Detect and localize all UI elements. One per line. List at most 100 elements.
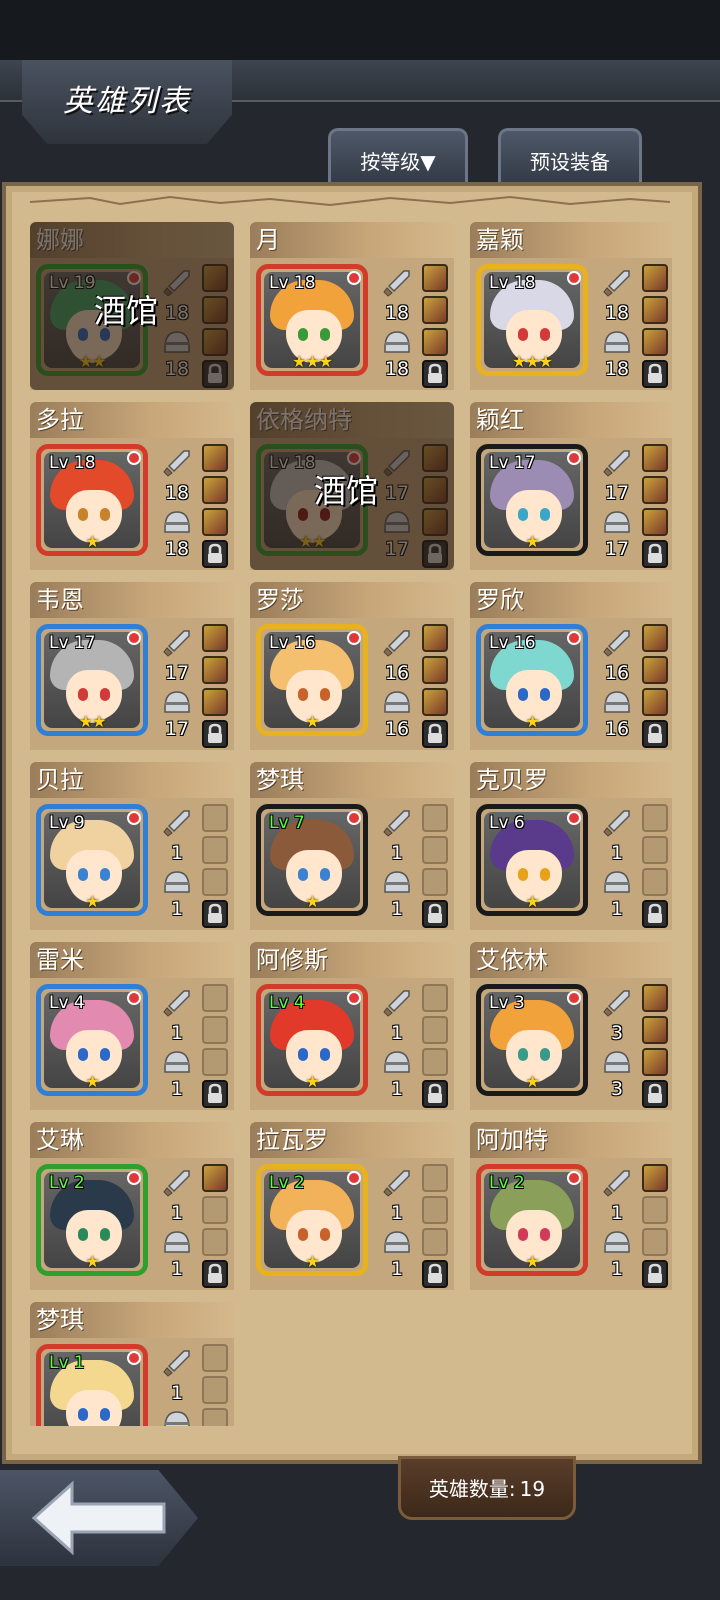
hero-card[interactable]: 阿加特 Lv 2 ★ 1 1 [470, 1122, 672, 1292]
locked-slot[interactable] [642, 1260, 668, 1288]
equipment-slot[interactable] [202, 1408, 228, 1426]
hero-portrait[interactable]: Lv 4 ★ [36, 984, 148, 1096]
equipment-slot[interactable] [642, 1016, 668, 1044]
equipment-slot[interactable] [202, 804, 228, 832]
locked-slot[interactable] [202, 540, 228, 568]
hero-portrait[interactable]: Lv 9 ★ [36, 804, 148, 916]
equipment-slot[interactable] [202, 1344, 228, 1372]
equipment-slot[interactable] [642, 1048, 668, 1076]
hero-card[interactable]: 艾依林 Lv 3 ★ 3 3 [470, 942, 672, 1112]
equipment-slot[interactable] [642, 836, 668, 864]
hero-portrait[interactable]: Lv 2 ★ [36, 1164, 148, 1276]
equipment-slot[interactable] [422, 296, 448, 324]
equipment-slot[interactable] [422, 804, 448, 832]
back-button[interactable] [0, 1470, 198, 1566]
hero-portrait[interactable]: Lv 2 ★ [476, 1164, 588, 1276]
equipment-slot[interactable] [642, 508, 668, 536]
hero-portrait[interactable]: Lv 18 ★★★ [256, 264, 368, 376]
equipment-slot[interactable] [422, 868, 448, 896]
hero-card[interactable]: 罗欣 Lv 16 ★ 16 16 [470, 582, 672, 752]
equipment-slot[interactable] [422, 656, 448, 684]
equipment-slot[interactable] [202, 476, 228, 504]
equipment-slot[interactable] [642, 868, 668, 896]
hero-card[interactable]: 娜娜 Lv 19 ★★ 18 18 [30, 222, 234, 392]
equipment-slot[interactable] [202, 444, 228, 472]
equipment-slot[interactable] [202, 688, 228, 716]
locked-slot[interactable] [642, 720, 668, 748]
equipment-slot[interactable] [642, 1196, 668, 1224]
locked-slot[interactable] [202, 1080, 228, 1108]
hero-portrait[interactable]: Lv 1 ★ [36, 1344, 148, 1426]
locked-slot[interactable] [202, 1260, 228, 1288]
equipment-slot[interactable] [202, 1048, 228, 1076]
equipment-slot[interactable] [422, 984, 448, 1012]
hero-portrait[interactable]: Lv 7 ★ [256, 804, 368, 916]
hero-card[interactable]: 拉瓦罗 Lv 2 ★ 1 1 [250, 1122, 454, 1292]
locked-slot[interactable] [422, 1080, 448, 1108]
hero-card[interactable]: 贝拉 Lv 9 ★ 1 1 [30, 762, 234, 932]
locked-slot[interactable] [202, 720, 228, 748]
hero-portrait[interactable]: Lv 16 ★ [256, 624, 368, 736]
hero-card[interactable]: 梦琪 Lv 7 ★ 1 1 [250, 762, 454, 932]
hero-card[interactable]: 韦恩 Lv 17 ★★ 17 17 [30, 582, 234, 752]
hero-portrait[interactable]: Lv 16 ★ [476, 624, 588, 736]
equipment-slot[interactable] [422, 328, 448, 356]
equipment-slot[interactable] [202, 1196, 228, 1224]
hero-portrait[interactable]: Lv 17 ★ [476, 444, 588, 556]
hero-card[interactable]: 雷米 Lv 4 ★ 1 1 [30, 942, 234, 1112]
equipment-slot[interactable] [202, 868, 228, 896]
hero-portrait[interactable]: Lv 17 ★★ [36, 624, 148, 736]
equipment-slot[interactable] [202, 1228, 228, 1256]
locked-slot[interactable] [642, 360, 668, 388]
hero-portrait[interactable]: Lv 2 ★ [256, 1164, 368, 1276]
equipment-slot[interactable] [202, 624, 228, 652]
equipment-slot[interactable] [642, 476, 668, 504]
locked-slot[interactable] [202, 900, 228, 928]
equipment-slot[interactable] [202, 1376, 228, 1404]
hero-card[interactable]: 阿修斯 Lv 4 ★ 1 1 [250, 942, 454, 1112]
hero-card[interactable]: 颖红 Lv 17 ★ 17 17 [470, 402, 672, 572]
hero-portrait[interactable]: Lv 3 ★ [476, 984, 588, 1096]
equipment-slot[interactable] [422, 624, 448, 652]
equipment-slot[interactable] [642, 1228, 668, 1256]
hero-portrait[interactable]: Lv 4 ★ [256, 984, 368, 1096]
hero-portrait[interactable]: Lv 18 ★★★ [476, 264, 588, 376]
equipment-slot[interactable] [422, 1164, 448, 1192]
hero-card[interactable]: 依格纳特 Lv 18 ★★ 17 17 [250, 402, 454, 572]
sort-by-level-button[interactable]: 按等级▼ [328, 128, 468, 186]
equipment-slot[interactable] [642, 984, 668, 1012]
locked-slot[interactable] [642, 900, 668, 928]
equipment-slot[interactable] [202, 1016, 228, 1044]
locked-slot[interactable] [642, 1080, 668, 1108]
equipment-slot[interactable] [422, 1016, 448, 1044]
hero-card[interactable]: 月 Lv 18 ★★★ 18 18 [250, 222, 454, 392]
hero-card[interactable]: 艾琳 Lv 2 ★ 1 1 [30, 1122, 234, 1292]
equipment-slot[interactable] [202, 656, 228, 684]
hero-card[interactable]: 嘉颖 Lv 18 ★★★ 18 18 [470, 222, 672, 392]
hero-card[interactable]: 多拉 Lv 18 ★ 18 18 [30, 402, 234, 572]
locked-slot[interactable] [642, 540, 668, 568]
equipment-slot[interactable] [642, 296, 668, 324]
hero-card[interactable]: 克贝罗 Lv 6 ★ 1 1 [470, 762, 672, 932]
hero-portrait[interactable]: Lv 18 ★ [36, 444, 148, 556]
hero-portrait[interactable]: Lv 6 ★ [476, 804, 588, 916]
equipment-slot[interactable] [422, 1228, 448, 1256]
equipment-slot[interactable] [202, 836, 228, 864]
equipment-slot[interactable] [202, 1164, 228, 1192]
equipment-slot[interactable] [642, 1164, 668, 1192]
equipment-slot[interactable] [642, 688, 668, 716]
equipment-slot[interactable] [422, 1048, 448, 1076]
equipment-slot[interactable] [202, 508, 228, 536]
equipment-slot[interactable] [422, 688, 448, 716]
equipment-slot[interactable] [642, 444, 668, 472]
locked-slot[interactable] [422, 1260, 448, 1288]
equipment-slot[interactable] [642, 264, 668, 292]
equipment-slot[interactable] [422, 1196, 448, 1224]
locked-slot[interactable] [422, 900, 448, 928]
equipment-slot[interactable] [422, 836, 448, 864]
hero-card[interactable]: 梦琪 Lv 1 ★ 1 1 [30, 1302, 234, 1426]
equipment-slot[interactable] [642, 328, 668, 356]
equipment-slot[interactable] [642, 804, 668, 832]
equipment-slot[interactable] [642, 656, 668, 684]
locked-slot[interactable] [422, 360, 448, 388]
